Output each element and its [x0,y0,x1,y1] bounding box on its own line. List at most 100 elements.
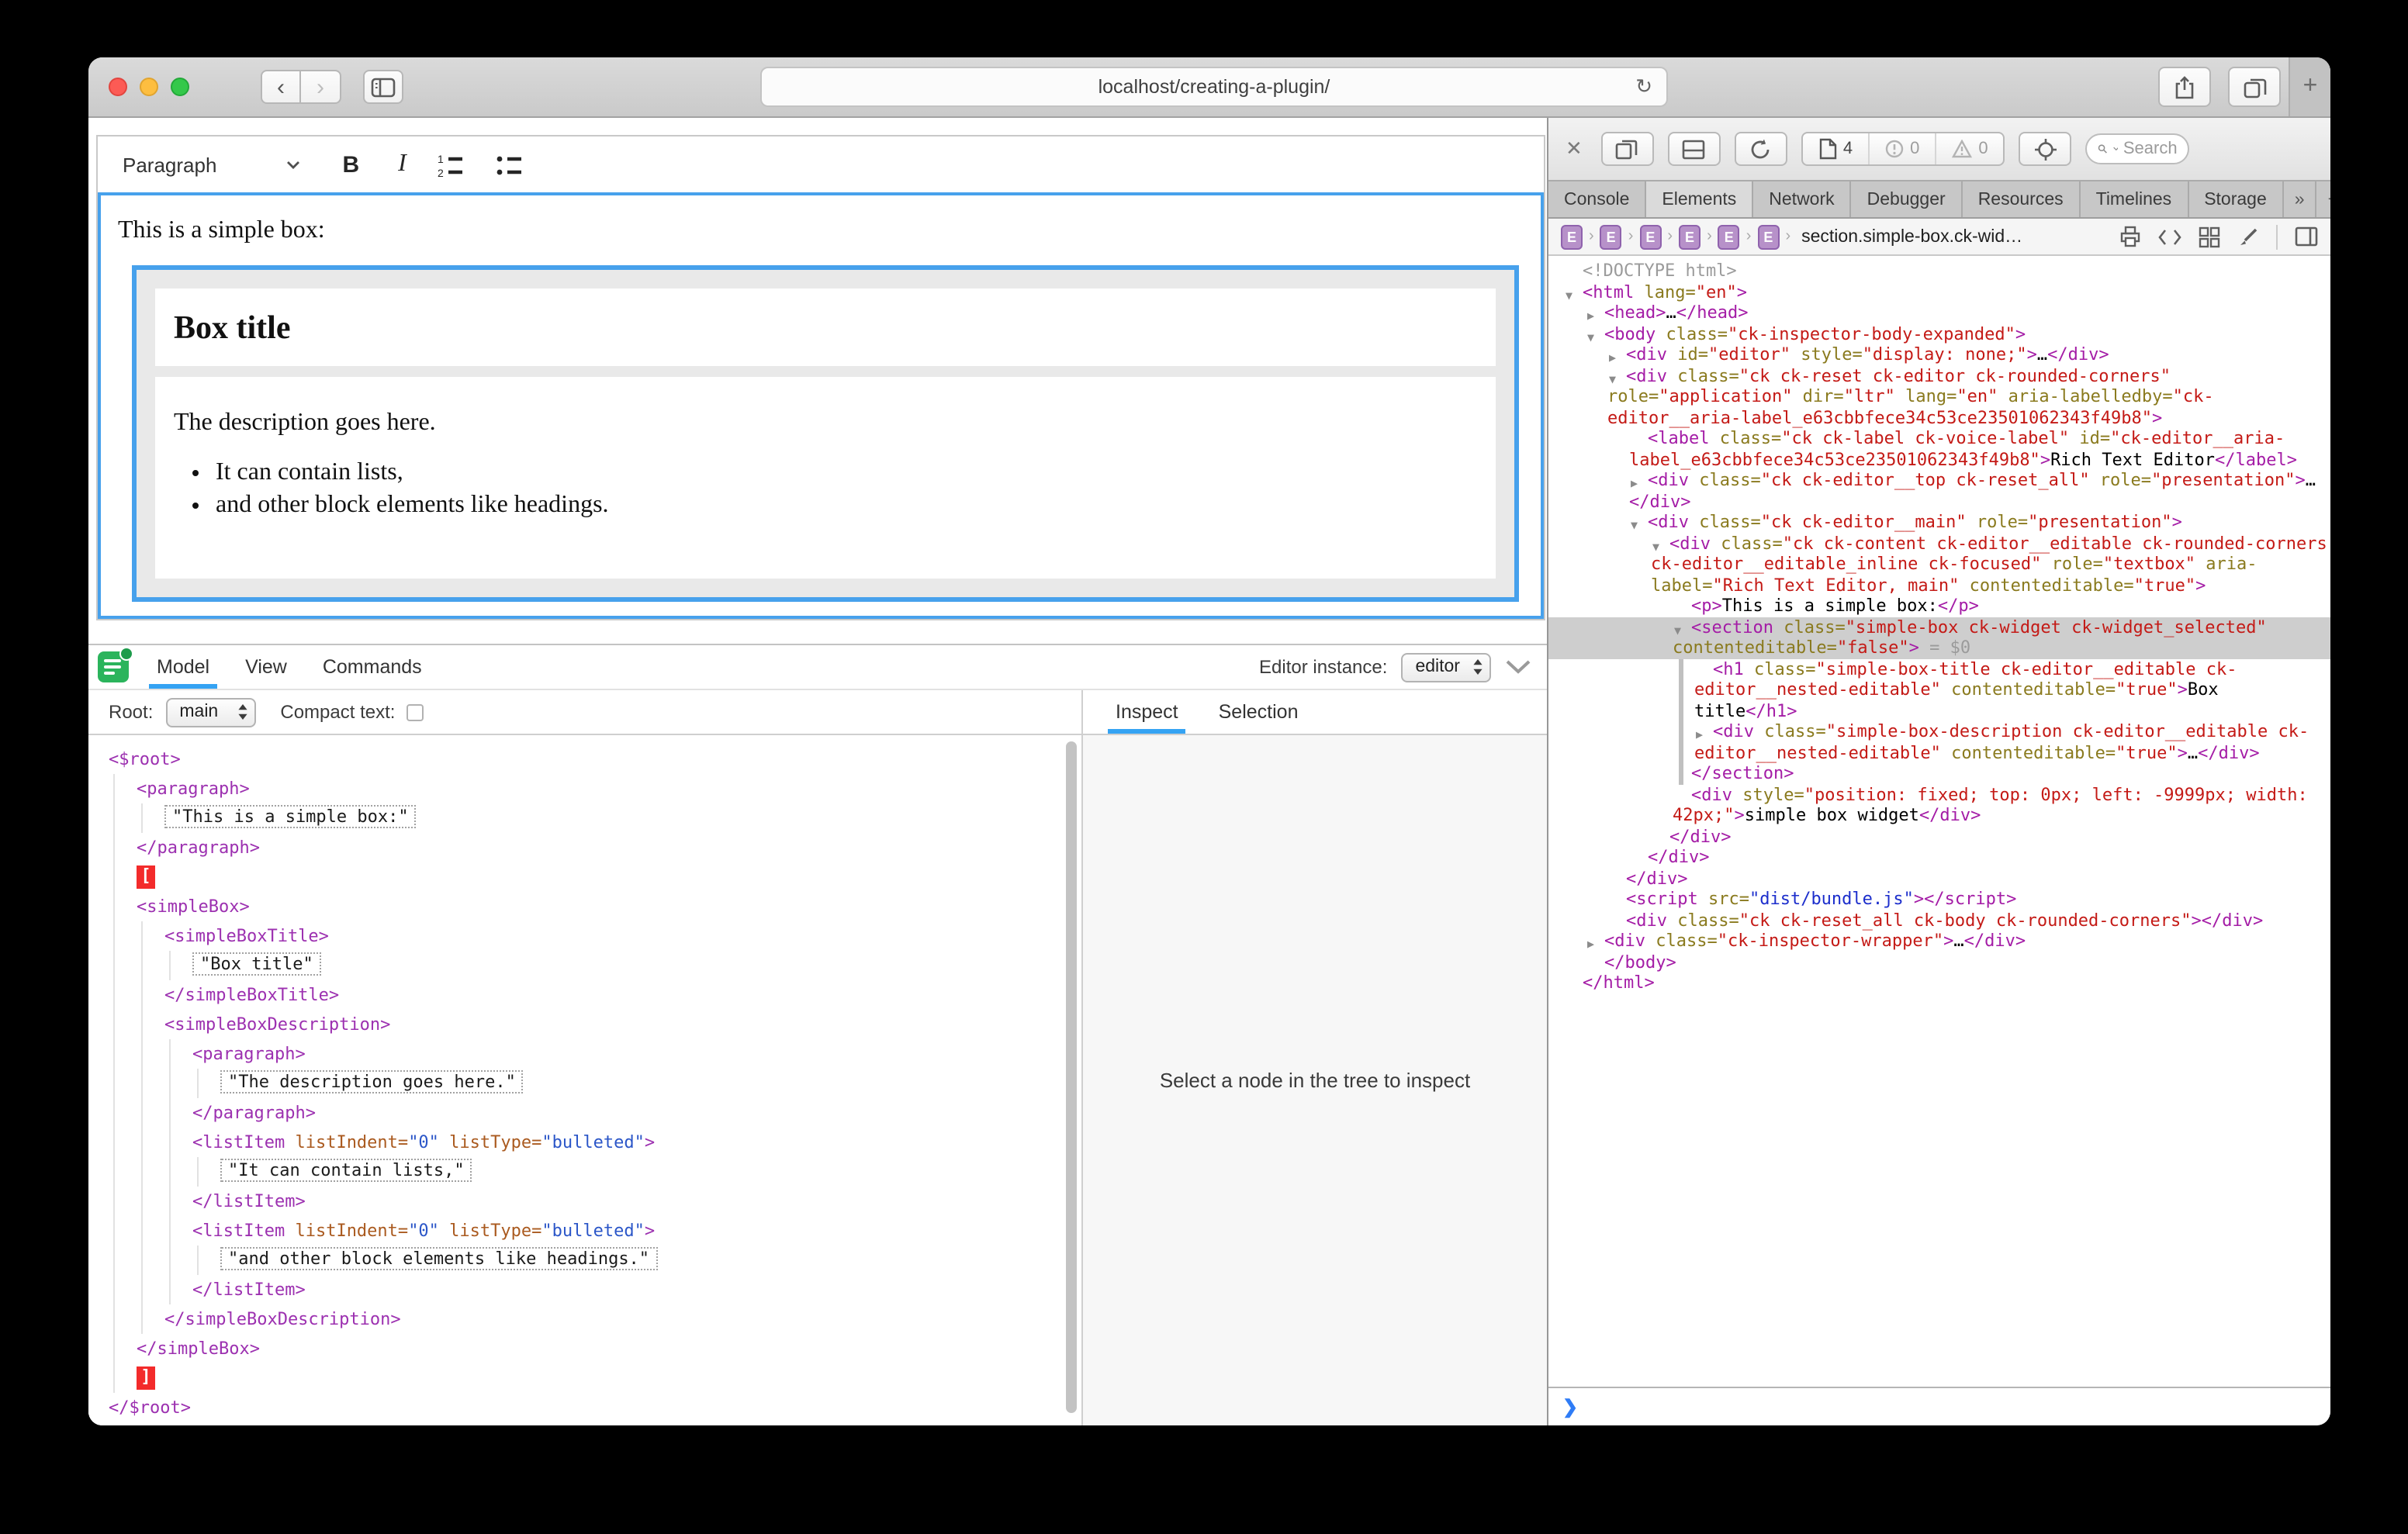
numbered-list-button[interactable]: 12 [436,151,465,178]
dom-tree-row[interactable]: ▼<div class="ck ck-content ck-editor__ed… [1548,533,2330,596]
model-tree-row[interactable]: <$root> [88,745,1081,774]
intro-paragraph[interactable]: This is a simple box: [118,217,1525,245]
print-styles-icon[interactable] [2119,225,2141,248]
close-devtools-button[interactable]: ✕ [1561,136,1587,161]
dom-tree-row[interactable]: <div style="position: fixed; top: 0px; l… [1548,784,2330,826]
model-tree-row[interactable]: "Box title" [88,951,1081,980]
breadcrumb-element-badge[interactable]: E [1718,224,1740,249]
model-tree-row[interactable]: </simpleBoxTitle> [88,980,1081,1010]
model-tree-row[interactable]: <listItem listIndent="0" listType="bulle… [88,1216,1081,1246]
activity-summary[interactable]: 4 0 0 [1801,132,2005,166]
inspector-tab-view[interactable]: View [237,645,295,689]
editor-editable-area[interactable]: This is a simple box: Box title The desc… [98,192,1544,619]
share-button[interactable] [2158,67,2211,107]
devtools-tab-timelines[interactable]: Timelines [2081,181,2189,217]
zoom-window-button[interactable] [171,78,189,96]
collapse-inspector-icon[interactable] [1505,659,1531,675]
devtools-tab-elements[interactable]: Elements [1646,181,1753,217]
breadcrumb-element-badge[interactable]: E [1561,224,1583,249]
description-list-item[interactable]: and other block elements like headings. [216,492,1477,520]
dom-tree-row[interactable]: </html> [1548,973,2330,993]
devtools-tab-debugger[interactable]: Debugger [1852,181,1963,217]
back-button[interactable]: ‹ [261,70,301,104]
model-tree-row[interactable]: "The description goes here." [88,1069,1081,1098]
breadcrumb-element-badge[interactable]: E [1639,224,1661,249]
devtools-tab-console[interactable]: Console [1548,181,1646,217]
model-tree-row[interactable]: <simpleBoxDescription> [88,1010,1081,1039]
dom-tree-row[interactable]: </div> [1548,826,2330,847]
model-tree-row[interactable]: <simpleBoxTitle> [88,921,1081,951]
show-source-icon[interactable] [2158,227,2181,246]
address-bar[interactable]: localhost/creating-a-plugin/ ↻ [760,67,1668,107]
devtools-tab-network[interactable]: Network [1753,181,1851,217]
model-tree-row[interactable]: </listItem> [88,1275,1081,1304]
dom-tree-row[interactable]: ▼<body class="ck-inspector-body-expanded… [1548,323,2330,344]
model-tree-row[interactable]: </listItem> [88,1187,1081,1216]
dom-tree-row[interactable]: <label class="ck ck-label ck-voice-label… [1548,428,2330,470]
model-tree-row[interactable]: ] [88,1363,1081,1393]
bold-button[interactable]: B [342,151,359,178]
sidebar-button[interactable] [363,70,403,104]
dom-tree-row[interactable]: ▼<section class="simple-box ck-widget ck… [1548,617,2330,658]
devtools-add-tab-button[interactable]: + [2317,181,2330,217]
forward-button[interactable]: › [301,70,341,104]
reload-icon[interactable]: ↻ [1635,74,1652,99]
disclosure-expanded-icon[interactable]: ▼ [1652,536,1659,557]
model-tree-row[interactable]: </paragraph> [88,833,1081,862]
dom-tree-row[interactable]: ▶<div id="editor" style="display: none;"… [1548,344,2330,365]
tab-overview-button[interactable] [2228,67,2281,107]
tree-scrollbar[interactable] [1066,741,1077,1413]
model-tree-row[interactable]: <paragraph> [88,774,1081,803]
breadcrumb-current-node[interactable]: section.simple-box.ck-wid… [1801,227,2022,246]
split-console-button[interactable] [1668,132,1721,166]
inspector-tab-commands[interactable]: Commands [315,645,430,689]
model-text-node[interactable]: "Box title" [192,952,321,976]
dom-tree-row[interactable]: ▶<head>…</head> [1548,302,2330,323]
dom-tree-row[interactable]: <div class="ck ck-reset_all ck-body ck-r… [1548,910,2330,931]
dom-tree-row[interactable]: </div> [1548,847,2330,868]
model-tree-row[interactable]: <listItem listIndent="0" listType="bulle… [88,1128,1081,1157]
description-list[interactable]: It can contain lists, and other block ele… [174,459,1477,520]
inspector-side-tab-selection[interactable]: Selection [1211,690,1306,734]
model-tree-row[interactable]: "and other block elements like headings.… [88,1246,1081,1275]
console-prompt[interactable]: ❯ [1548,1387,2330,1425]
model-text-node[interactable]: "This is a simple box:" [164,805,417,828]
model-tree-row[interactable]: <paragraph> [88,1039,1081,1069]
simple-box-widget[interactable]: Box title The description goes here. It … [132,265,1519,602]
model-tree-row[interactable]: [ [88,862,1081,892]
model-tree-row[interactable]: </$root> [88,1393,1081,1422]
model-tree-row[interactable]: "It can contain lists," [88,1157,1081,1187]
details-sidebar-icon[interactable] [2295,226,2318,247]
dom-tree-row[interactable]: ▶<div class="ck ck-editor__top ck-reset_… [1548,470,2330,512]
disclosure-collapsed-icon[interactable]: ▶ [1631,473,1638,494]
devtools-search-field[interactable]: Search [2086,133,2190,164]
root-select[interactable]: main [165,697,255,727]
devtools-tab-storage[interactable]: Storage [2188,181,2284,217]
model-text-node[interactable]: "It can contain lists," [220,1159,472,1182]
disclosure-collapsed-icon[interactable]: ▶ [1696,724,1703,745]
model-text-node[interactable]: "and other block elements like headings.… [220,1247,657,1270]
close-window-button[interactable] [109,78,127,96]
model-text-node[interactable]: "The description goes here." [220,1070,524,1093]
breadcrumb-element-badge[interactable]: E [1600,224,1622,249]
model-tree-row[interactable]: </paragraph> [88,1098,1081,1128]
inspector-side-tab-inspect[interactable]: Inspect [1108,690,1186,734]
styles-brush-icon[interactable] [2237,226,2259,247]
paragraph-dropdown[interactable]: Paragraph [123,153,216,176]
dom-tree-row[interactable]: <!DOCTYPE html> [1548,261,2330,282]
dom-tree-row[interactable]: </div> [1548,868,2330,889]
dock-side-button[interactable] [1601,132,1654,166]
new-tab-button[interactable]: + [2289,57,2330,116]
dom-tree-row[interactable]: <p>This is a simple box:</p> [1548,596,2330,617]
description-list-item[interactable]: It can contain lists, [216,459,1477,487]
reload-page-button[interactable] [1735,132,1787,166]
model-tree-row[interactable]: </simpleBox> [88,1334,1081,1363]
dom-tree-row[interactable]: ▼<html lang="en"> [1548,282,2330,302]
dom-tree-row[interactable]: <script src="dist/bundle.js"></script> [1548,889,2330,910]
compact-text-checkbox[interactable] [406,703,423,720]
model-tree-row[interactable]: </simpleBoxDescription> [88,1304,1081,1334]
chevron-down-icon[interactable] [285,159,300,170]
box-description[interactable]: The description goes here. It can contai… [155,377,1496,579]
dom-tree-row[interactable]: ▶<div class="simple-box-description ck-e… [1548,721,2330,763]
dom-tree-row[interactable]: <h1 class="simple-box-title ck-editor__e… [1548,658,2330,721]
